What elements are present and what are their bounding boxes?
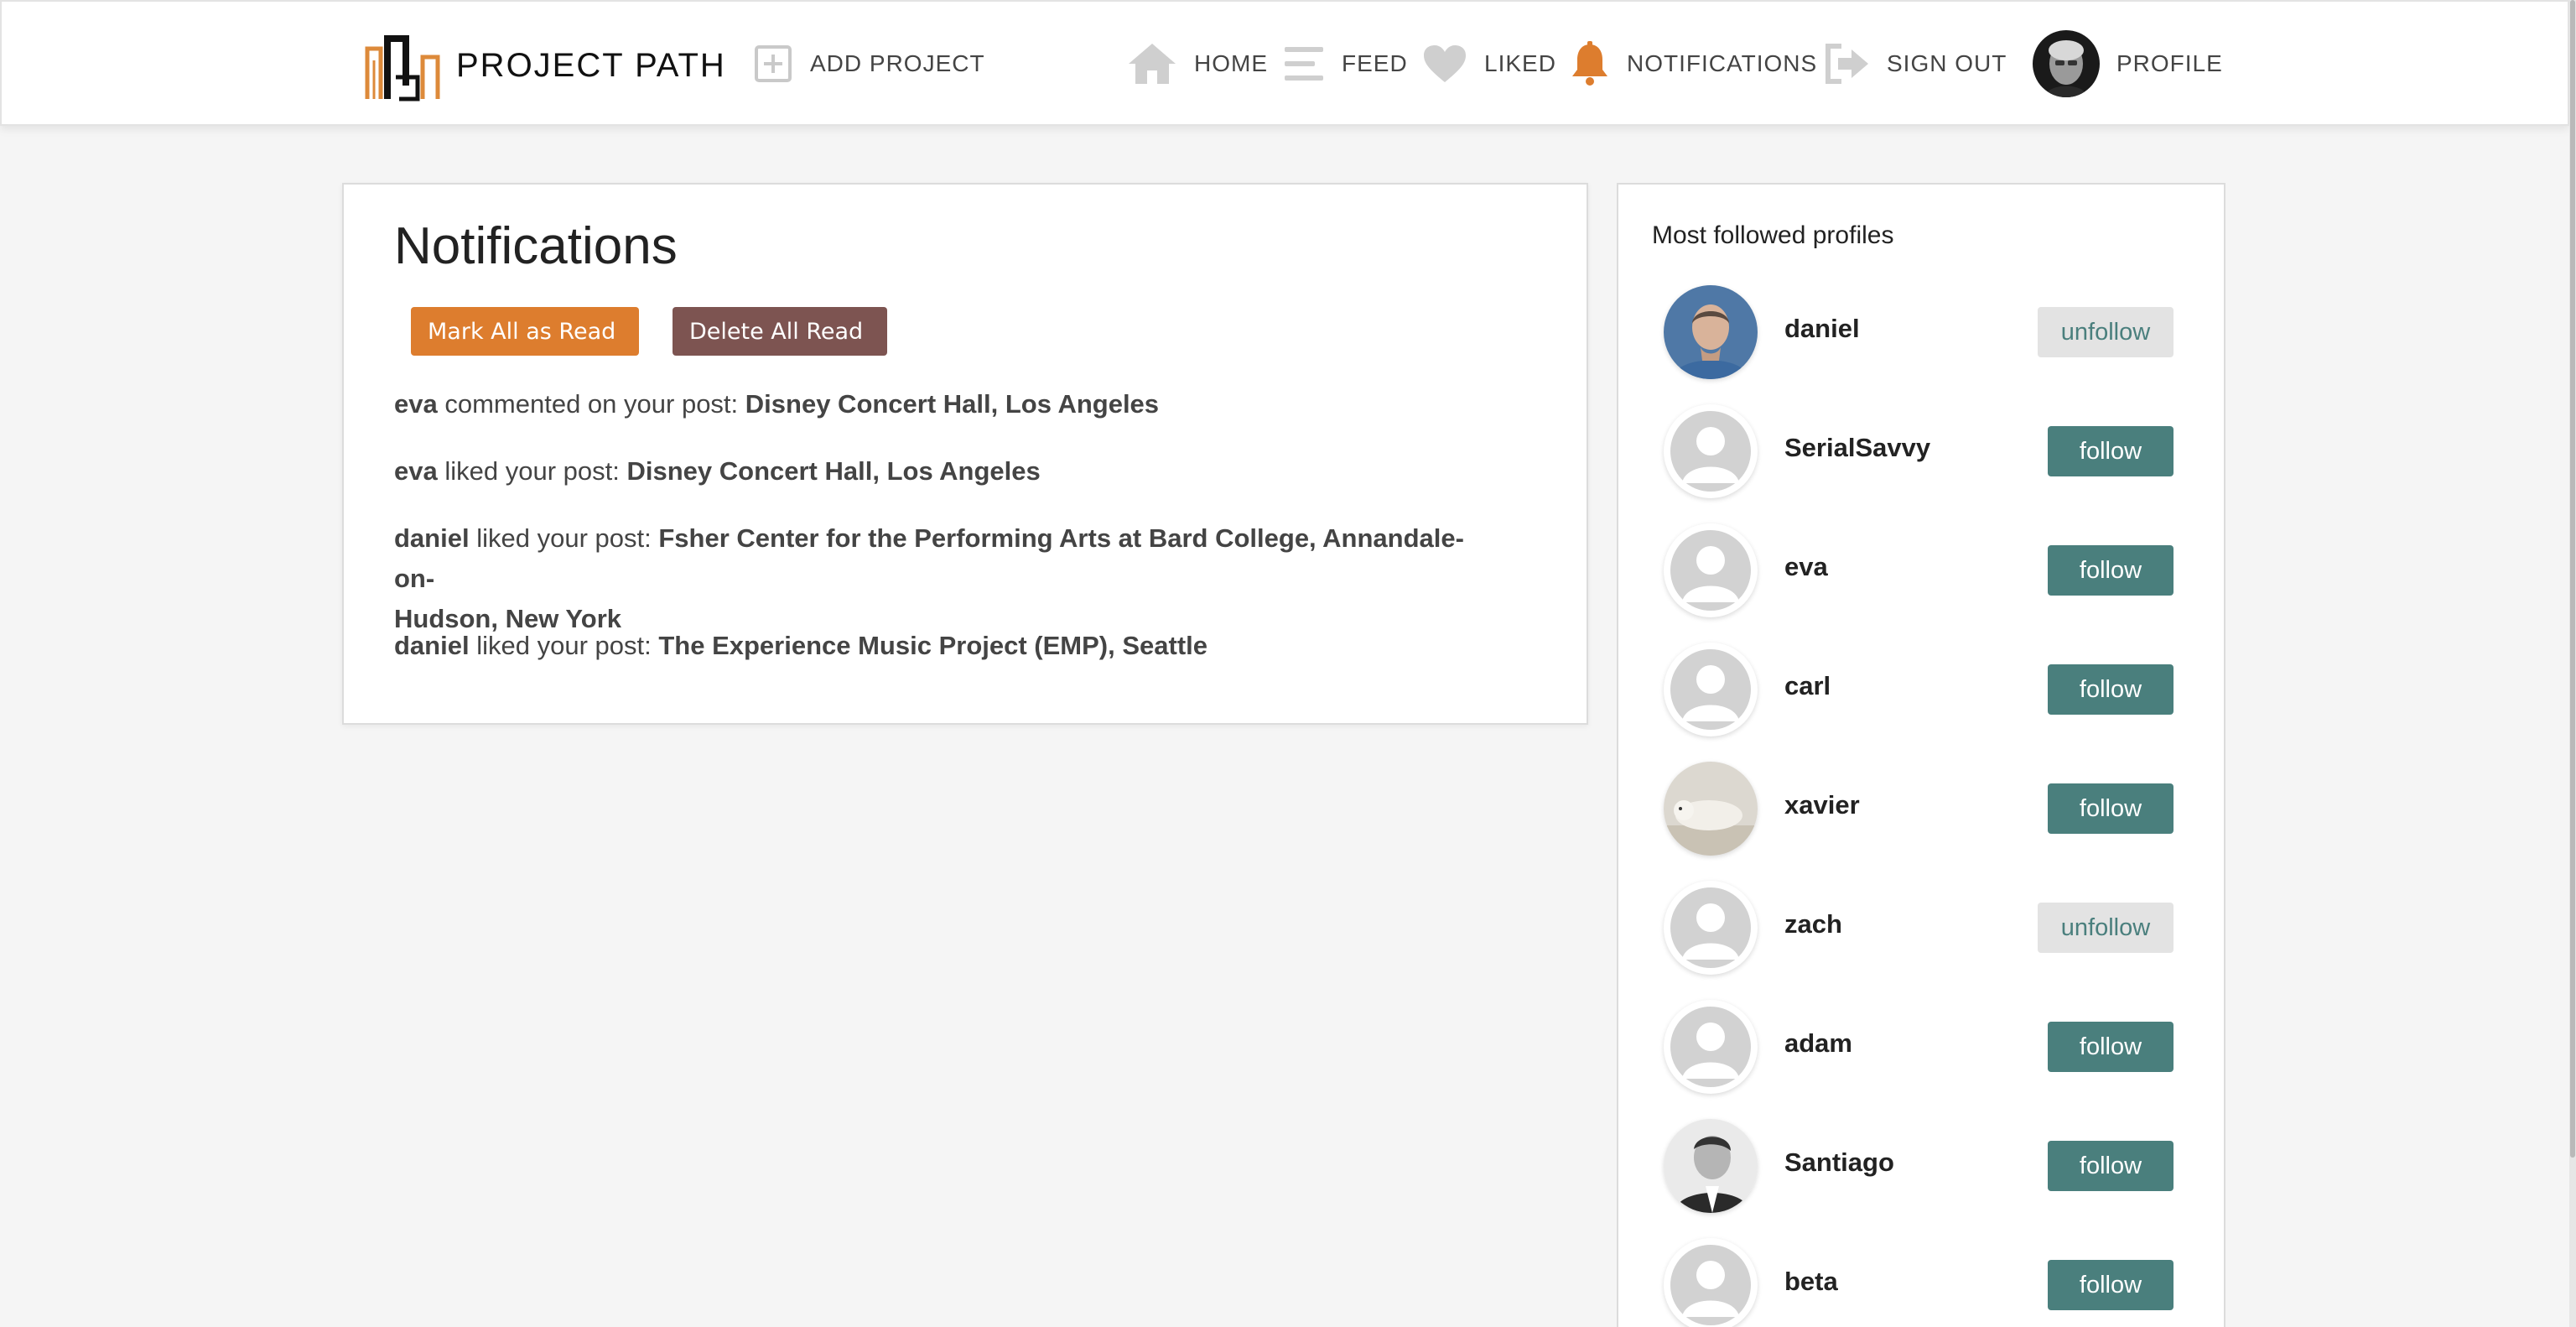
notification-action: liked your post: [476,523,652,553]
profile-row: daniel unfollow [1618,285,2224,379]
brand-home-link[interactable]: PROJECT PATH [362,27,726,104]
nav-sign-out-label: SIGN OUT [1887,50,2007,76]
follow-button[interactable]: follow [2048,1141,2174,1191]
delete-all-read-button[interactable]: Delete All Read [673,307,887,356]
unfollow-button[interactable]: unfollow [2038,903,2174,953]
follow-button[interactable]: follow [2048,545,2174,596]
profile-row: SerialSavvy follow [1618,404,2224,498]
most-followed-panel: Most followed profiles daniel unfollow Ser… [1617,183,2225,1327]
nav-liked[interactable]: LIKED [1422,35,1556,92]
sign-out-icon [1826,44,1868,84]
profile-avatar[interactable] [1664,1000,1758,1094]
profile-avatar[interactable] [1664,1238,1758,1327]
nav-add-project-label: ADD PROJECT [810,50,985,76]
profile-avatar[interactable] [1664,404,1758,498]
nav-profile-label: PROFILE [2116,50,2223,76]
profile-name[interactable]: adam [1784,1028,1852,1059]
page-title: Notifications [394,217,678,275]
profile-name[interactable]: carl [1784,671,1831,701]
profile-avatar[interactable] [1664,285,1758,379]
profile-name[interactable]: xavier [1784,790,1860,820]
notification-post-link[interactable]: Disney Concert Hall, Los Angeles [745,389,1159,419]
profile-row: xavier follow [1618,762,2224,856]
notification-user[interactable]: eva [394,456,438,486]
nav-profile[interactable]: PROFILE [2033,30,2223,97]
page-scrollbar[interactable] [2569,0,2576,1327]
project-path-logo-icon [365,35,440,101]
feed-lines-icon [1285,47,1323,81]
profile-row: carl follow [1618,643,2224,736]
follow-button[interactable]: follow [2048,783,2174,834]
nav-feed-label: FEED [1342,50,1408,76]
profile-name[interactable]: zach [1784,909,1842,939]
notification-action: commented on your post: [444,389,739,419]
nav-add-project[interactable]: ADD PROJECT [753,35,985,92]
notifications-panel: Notifications Mark All as Read Delete Al… [342,183,1588,725]
profile-avatar[interactable] [1664,1119,1758,1213]
user-avatar [2033,30,2100,97]
follow-button[interactable]: follow [2048,1022,2174,1072]
profile-avatar[interactable] [1664,523,1758,617]
profile-avatar[interactable] [1664,881,1758,975]
nav-home[interactable]: HOME [1127,35,1268,92]
top-navbar: PROJECT PATH ADD PROJECT HOME FEED LIKED [0,0,2569,126]
follow-button[interactable]: follow [2048,664,2174,715]
notification-action: liked your post: [476,631,652,660]
nav-notifications-label: NOTIFICATIONS [1627,50,1818,76]
profile-avatar[interactable] [1664,762,1758,856]
brand-name: PROJECT PATH [456,46,726,84]
profile-row: eva follow [1618,523,2224,617]
notification-user[interactable]: eva [394,389,438,419]
add-square-icon [755,45,792,82]
nav-liked-label: LIKED [1484,50,1556,76]
home-icon [1129,44,1176,84]
unfollow-button[interactable]: unfollow [2038,307,2174,357]
profile-name[interactable]: daniel [1784,314,1860,344]
heart-icon [1424,45,1466,82]
notification-item[interactable]: daniel liked your post: The Experience M… [394,626,1484,666]
notification-item[interactable]: eva liked your post: Disney Concert Hall… [394,451,1484,492]
follow-button[interactable]: follow [2048,1260,2174,1310]
notification-item[interactable]: daniel liked your post: Fsher Center for… [394,518,1484,639]
nav-sign-out[interactable]: SIGN OUT [1823,35,2007,92]
nav-notifications[interactable]: NOTIFICATIONS [1570,35,1817,92]
profile-name[interactable]: beta [1784,1267,1838,1297]
notification-item[interactable]: eva commented on your post: Disney Conce… [394,384,1484,424]
profile-row: beta follow [1618,1238,2224,1327]
mark-all-read-button[interactable]: Mark All as Read [411,307,639,356]
notification-user[interactable]: daniel [394,631,470,660]
sidebar-title: Most followed profiles [1652,221,1894,249]
notification-user[interactable]: daniel [394,523,470,553]
scrollbar-thumb[interactable] [2570,0,2575,1158]
profile-row: adam follow [1618,1000,2224,1094]
notification-post-link[interactable]: Disney Concert Hall, Los Angeles [626,456,1040,486]
profile-name[interactable]: Santiago [1784,1147,1894,1178]
profile-row: zach unfollow [1618,881,2224,975]
profile-name[interactable]: SerialSavvy [1784,433,1930,463]
profile-avatar[interactable] [1664,643,1758,736]
profile-row: Santiago follow [1618,1119,2224,1213]
nav-feed[interactable]: FEED [1283,35,1408,92]
bell-icon [1572,41,1607,86]
profile-name[interactable]: eva [1784,552,1828,582]
notification-action: liked your post: [444,456,620,486]
notification-post-link[interactable]: The Experience Music Project (EMP), Seat… [658,631,1208,660]
follow-button[interactable]: follow [2048,426,2174,476]
nav-home-label: HOME [1194,50,1268,76]
